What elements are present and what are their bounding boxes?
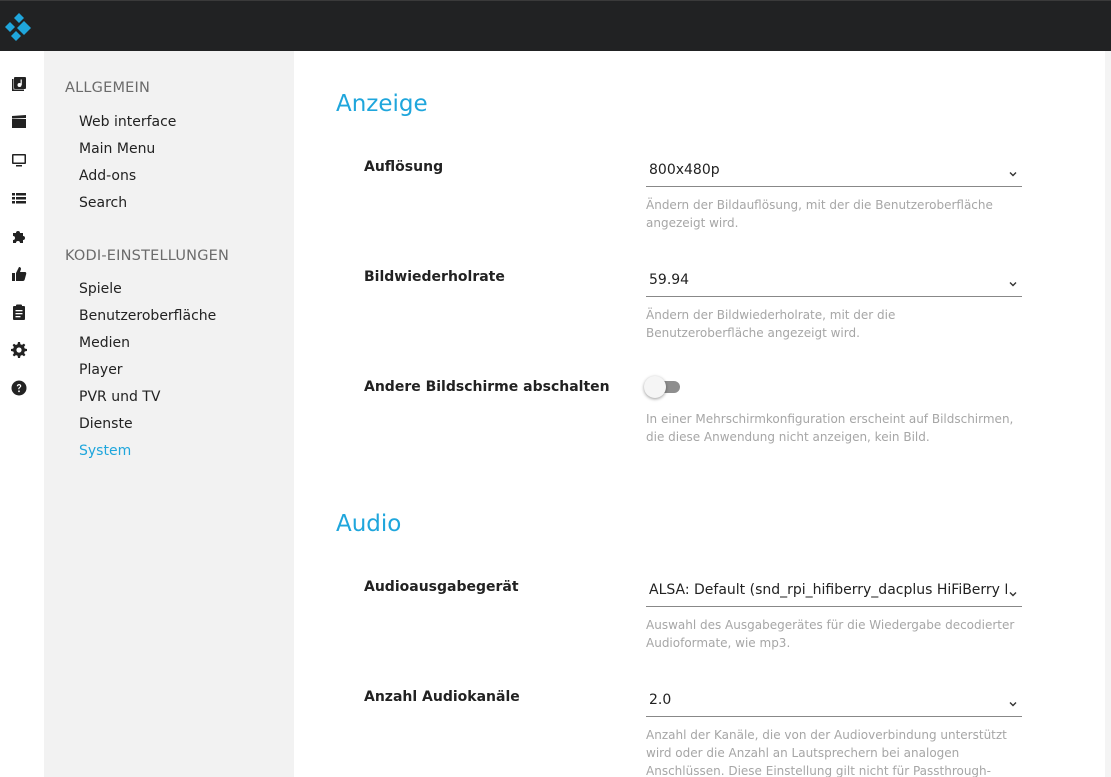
section-title-audio: Audio: [336, 511, 402, 537]
nav-item-services[interactable]: Dienste: [79, 416, 133, 432]
resolution-value: 800x480p: [649, 162, 720, 178]
audio-device-select[interactable]: ALSA: Default (snd_rpi_hifiberry_dacplus…: [646, 573, 1022, 607]
blank-displays-help: In einer Mehrschirmkonfiguration erschei…: [646, 412, 1014, 444]
nav-item-web-interface[interactable]: Web interface: [79, 114, 176, 130]
top-bar: [0, 0, 1111, 51]
audio-channels-value: 2.0: [649, 692, 672, 708]
music-library-icon[interactable]: [10, 75, 28, 93]
tv-icon[interactable]: [10, 151, 28, 169]
blank-displays-toggle[interactable]: [644, 376, 682, 398]
chevron-down-icon: [1008, 274, 1018, 287]
help-icon[interactable]: [10, 379, 28, 397]
nav-item-games[interactable]: Spiele: [79, 281, 122, 297]
refresh-rate-label: Bildwiederholrate: [364, 269, 505, 285]
resolution-select[interactable]: 800x480p: [646, 153, 1022, 187]
thumbs-up-icon[interactable]: [10, 265, 28, 283]
settings-content: Anzeige Auflösung 800x480p Ändern der Bi…: [294, 51, 1111, 777]
nav-item-media[interactable]: Medien: [79, 335, 130, 351]
addons-puzzle-icon[interactable]: [10, 227, 28, 245]
audio-device-help: Auswahl des Ausgabegerätes für die Wiede…: [646, 618, 1015, 650]
audio-channels-help: Anzahl der Kanäle, die von der Audioverb…: [646, 728, 1007, 777]
section-title-display: Anzeige: [336, 91, 428, 117]
icon-sidebar: [0, 51, 44, 777]
settings-nav: ALLGEMEIN Web interface Main Menu Add-on…: [44, 51, 294, 777]
audio-device-value: ALSA: Default (snd_rpi_hifiberry_dacplus…: [649, 582, 1007, 598]
refresh-rate-value: 59.94: [649, 272, 690, 288]
audio-channels-label: Anzahl Audiokanäle: [364, 689, 520, 705]
nav-item-main-menu[interactable]: Main Menu: [79, 141, 155, 157]
audio-device-label: Audioausgabegerät: [364, 579, 519, 595]
scrollbar[interactable]: [1105, 51, 1111, 777]
nav-item-player[interactable]: Player: [79, 362, 123, 378]
movies-icon[interactable]: [10, 113, 28, 131]
kodi-logo-icon[interactable]: [5, 13, 33, 41]
chevron-down-icon: [1008, 694, 1018, 707]
blank-displays-label: Andere Bildschirme abschalten: [364, 379, 610, 395]
audio-channels-select[interactable]: 2.0: [646, 683, 1022, 717]
nav-heading-kodi-settings: KODI-EINSTELLUNGEN: [65, 248, 230, 264]
nav-item-pvr-tv[interactable]: PVR und TV: [79, 389, 160, 405]
list-icon[interactable]: [10, 189, 28, 207]
refresh-rate-help: Ändern der Bildwiederholrate, mit der di…: [646, 308, 896, 340]
resolution-help: Ändern der Bildauflösung, mit der die Be…: [646, 198, 993, 230]
toggle-knob: [644, 376, 666, 398]
chevron-down-icon: [1008, 584, 1018, 597]
gear-icon[interactable]: [10, 341, 28, 359]
refresh-rate-select[interactable]: 59.94: [646, 263, 1022, 297]
chevron-down-icon: [1008, 164, 1018, 177]
resolution-label: Auflösung: [364, 159, 444, 175]
nav-item-interface[interactable]: Benutzeroberfläche: [79, 308, 216, 324]
clipboard-icon[interactable]: [10, 303, 28, 321]
nav-item-system[interactable]: System: [79, 443, 131, 459]
nav-item-addons[interactable]: Add-ons: [79, 168, 136, 184]
nav-item-search[interactable]: Search: [79, 195, 127, 211]
nav-heading-general: ALLGEMEIN: [65, 80, 151, 96]
